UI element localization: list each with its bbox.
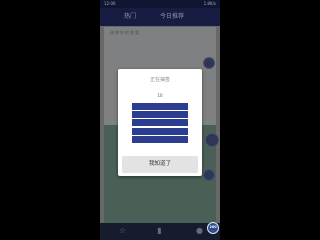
result-table — [132, 103, 188, 143]
table-row — [132, 119, 188, 127]
table-row — [132, 103, 188, 110]
dialog-value: 10 — [157, 93, 163, 98]
confirm-button[interactable]: 我知道了 — [122, 156, 198, 173]
table-row — [132, 127, 188, 135]
result-dialog: 正在抽签 10 我知道了 — [118, 69, 202, 176]
dialog-title: 正在抽签 — [149, 77, 170, 83]
table-row — [132, 135, 188, 143]
phone-screen: 12:06 1.8K/s 热门 今日推荐 选择你的答案 ☆ ▮ ● 正在抽签 1… — [100, 0, 220, 240]
floating-badge[interactable]: 200 — [207, 222, 219, 234]
table-row — [132, 111, 188, 119]
